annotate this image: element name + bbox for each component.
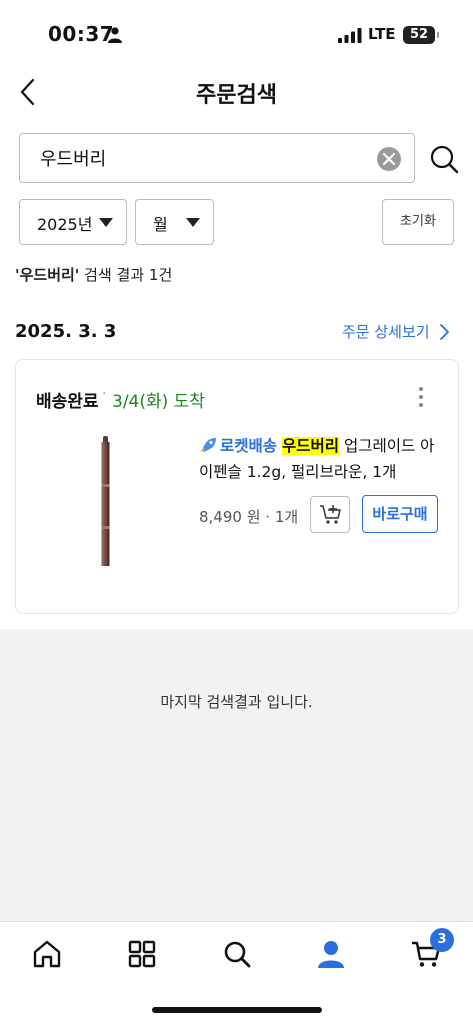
arrival-date: 3/4(화) 도착: [112, 392, 205, 412]
status-bar: 00:37 LTE 52: [0, 0, 473, 64]
result-summary: '우드버리' 검색 결과 1건: [15, 264, 172, 285]
add-to-cart-button[interactable]: [310, 496, 350, 533]
rocket-icon: [200, 438, 216, 452]
product-image[interactable]: [90, 436, 120, 572]
caret-down-icon: [186, 218, 200, 227]
chevron-right-icon[interactable]: [438, 323, 450, 341]
result-count-text: 검색 결과 1건: [79, 266, 173, 284]
buy-now-button[interactable]: 바로구매: [362, 495, 438, 533]
my-page-icon[interactable]: [315, 938, 347, 970]
search-icon[interactable]: [429, 144, 459, 174]
search-box[interactable]: [19, 133, 415, 183]
product-price: 8,490 원 · 1개: [199, 508, 299, 526]
separator-dot: ·: [102, 386, 107, 402]
year-select[interactable]: 2025년: [19, 199, 127, 245]
rocket-delivery-label: 로켓배송: [220, 437, 278, 455]
result-query: '우드버리': [15, 266, 80, 284]
home-icon[interactable]: [31, 938, 63, 970]
signal-icon: [338, 28, 362, 43]
cart-count-badge: 3: [430, 928, 454, 952]
search-input[interactable]: [40, 144, 360, 172]
end-of-results-area: 마지막 검색결과 입니다.: [0, 629, 473, 921]
cart-plus-icon: [320, 505, 341, 524]
reset-button[interactable]: 초기화: [382, 199, 454, 245]
month-select-label: 월: [153, 215, 168, 234]
more-vertical-icon[interactable]: [414, 386, 428, 408]
network-label: LTE: [368, 25, 396, 43]
product-name[interactable]: 로켓배송 우드버리 업그레이드 아이펜슬 1.2g, 펄리브라운, 1개: [199, 433, 444, 485]
home-indicator: [152, 1007, 322, 1013]
order-card: 배송완료 · 3/4(화) 도착 로켓배송 우드버리 업그레이드 아이펜슬 1.…: [15, 359, 459, 614]
clear-icon[interactable]: [377, 147, 401, 171]
status-time: 00:37: [48, 22, 115, 46]
search-tab-icon[interactable]: [221, 938, 253, 970]
page-title: 주문검색: [196, 83, 277, 108]
end-of-results-message: 마지막 검색결과 입니다.: [160, 693, 313, 711]
categories-icon[interactable]: [126, 938, 158, 970]
person-icon: [108, 27, 122, 43]
order-date: 2025. 3. 3: [15, 321, 117, 342]
delivery-status: 배송완료: [36, 392, 99, 412]
order-detail-link[interactable]: 주문 상세보기: [342, 321, 430, 342]
battery-icon: 52: [403, 26, 439, 44]
month-select[interactable]: 월: [135, 199, 214, 245]
caret-down-icon: [99, 218, 113, 227]
product-brand: 우드버리: [281, 437, 340, 455]
header: 주문검색: [0, 64, 473, 120]
year-select-label: 2025년: [37, 215, 93, 234]
